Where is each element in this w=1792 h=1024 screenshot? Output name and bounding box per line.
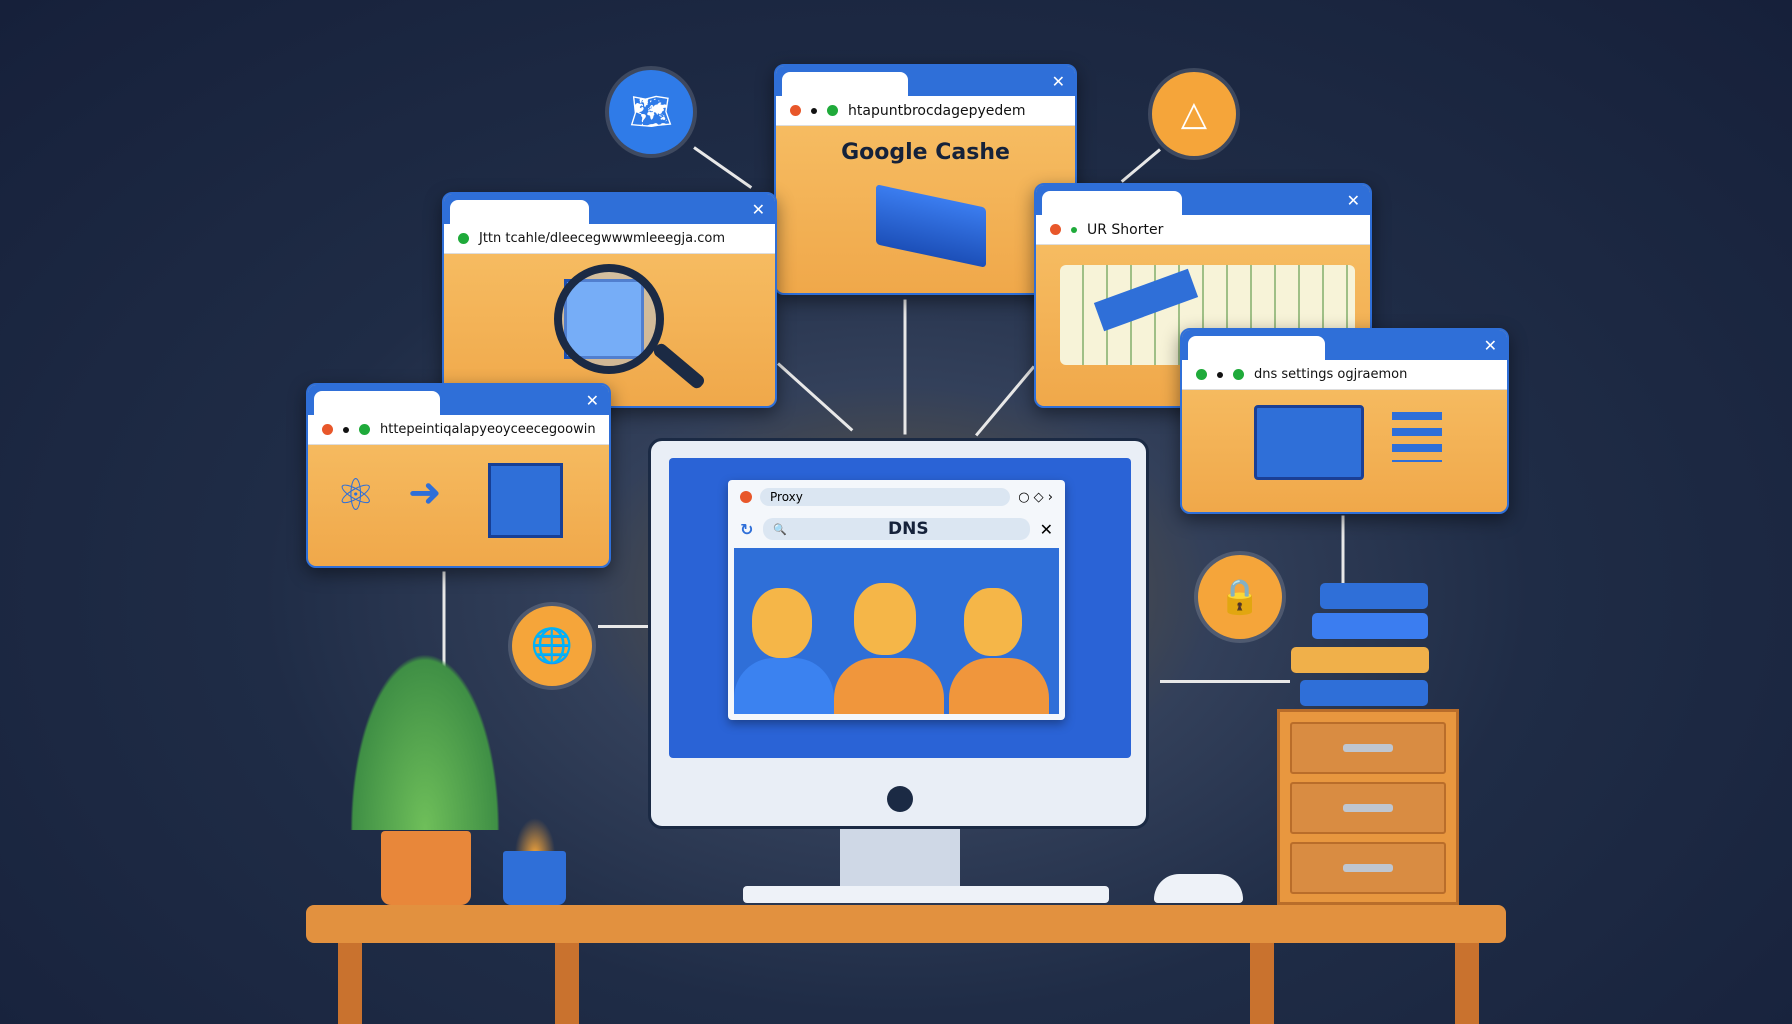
drawer[interactable] xyxy=(1290,842,1446,894)
lock-icon: 🔒 xyxy=(1198,555,1282,639)
desk xyxy=(306,905,1506,943)
tab-proxy[interactable]: Proxy xyxy=(760,488,1011,506)
chat-bubble-icon xyxy=(1254,405,1364,480)
network-icon: ⚛ xyxy=(336,470,376,521)
connector-line xyxy=(903,299,907,435)
address-bar[interactable]: httepeintiqalapyeoyceecegoowin xyxy=(380,422,596,437)
drawer[interactable] xyxy=(1290,722,1446,774)
book xyxy=(1320,583,1428,609)
map-icon: 🗺 xyxy=(609,70,693,154)
power-button[interactable] xyxy=(887,786,913,812)
address-bar[interactable]: UR Shorter xyxy=(1087,222,1163,238)
close-icon[interactable]: ✕ xyxy=(1040,520,1053,539)
address-bar[interactable]: Jttn tcahle/dleecegwwwmleeegja.com xyxy=(479,231,725,246)
search-window[interactable]: ✕ Jttn tcahle/dleecegwwwmleeegja.com xyxy=(442,192,777,408)
search-icon: 🔍 xyxy=(773,522,788,536)
address-bar[interactable]: htapuntbrocdagepyedem xyxy=(848,103,1026,119)
connector-line xyxy=(1120,148,1161,183)
book xyxy=(1300,680,1428,706)
book xyxy=(1312,613,1428,639)
desk-leg xyxy=(338,943,362,1024)
close-icon[interactable]: ✕ xyxy=(1052,72,1065,91)
search-input[interactable]: 🔍 DNS xyxy=(763,518,1030,540)
warning-triangle-icon: △ xyxy=(1152,72,1236,156)
connector-line xyxy=(1341,515,1345,586)
small-plant xyxy=(513,815,557,855)
close-icon[interactable]: ✕ xyxy=(752,200,765,219)
drawer-cabinet xyxy=(1277,709,1459,905)
magnifier-icon xyxy=(554,264,664,374)
connector-line xyxy=(598,625,648,628)
dns-settings-window[interactable]: ✕ dns settings ogjraemon xyxy=(1180,328,1509,514)
small-pot xyxy=(503,851,566,905)
connector-line xyxy=(1160,680,1290,683)
desk-leg xyxy=(1250,943,1274,1024)
desk-leg xyxy=(1455,943,1479,1024)
people-illustration xyxy=(734,548,1059,714)
monitor-stand xyxy=(840,829,960,887)
browser[interactable]: Proxy ○ ◇ › ↻ 🔍 DNS ✕ xyxy=(728,480,1065,720)
connector-line xyxy=(693,146,753,189)
arrow-icon: ➜ xyxy=(408,470,442,516)
google-cache-window[interactable]: ✕ htapuntbrocdagepyedem Google Cashe xyxy=(774,64,1077,295)
close-icon[interactable]: ✕ xyxy=(586,391,599,410)
keyboard xyxy=(743,886,1109,903)
globe-icon: 🌐 xyxy=(512,606,592,686)
mouse xyxy=(1154,874,1243,903)
stack-icon xyxy=(876,184,986,268)
left-window[interactable]: ✕ httepeintiqalapyeoyceecegoowin ⚛ ➜ xyxy=(306,383,611,568)
desk-leg xyxy=(555,943,579,1024)
drawer[interactable] xyxy=(1290,782,1446,834)
close-icon[interactable]: ✕ xyxy=(1347,191,1360,210)
forward-icon[interactable]: ○ ◇ › xyxy=(1018,490,1053,505)
connector-line xyxy=(975,365,1036,437)
page-heading: Google Cashe xyxy=(841,140,1010,165)
cube-icon xyxy=(488,463,563,538)
book xyxy=(1291,647,1429,673)
reload-icon[interactable]: ↻ xyxy=(740,520,753,539)
close-icon[interactable]: ✕ xyxy=(1484,336,1497,355)
connector-line xyxy=(776,362,854,432)
plant-leaves xyxy=(340,630,510,830)
address-bar[interactable]: dns settings ogjraemon xyxy=(1254,367,1407,382)
plant-pot xyxy=(381,831,471,905)
list-icon xyxy=(1392,412,1442,462)
